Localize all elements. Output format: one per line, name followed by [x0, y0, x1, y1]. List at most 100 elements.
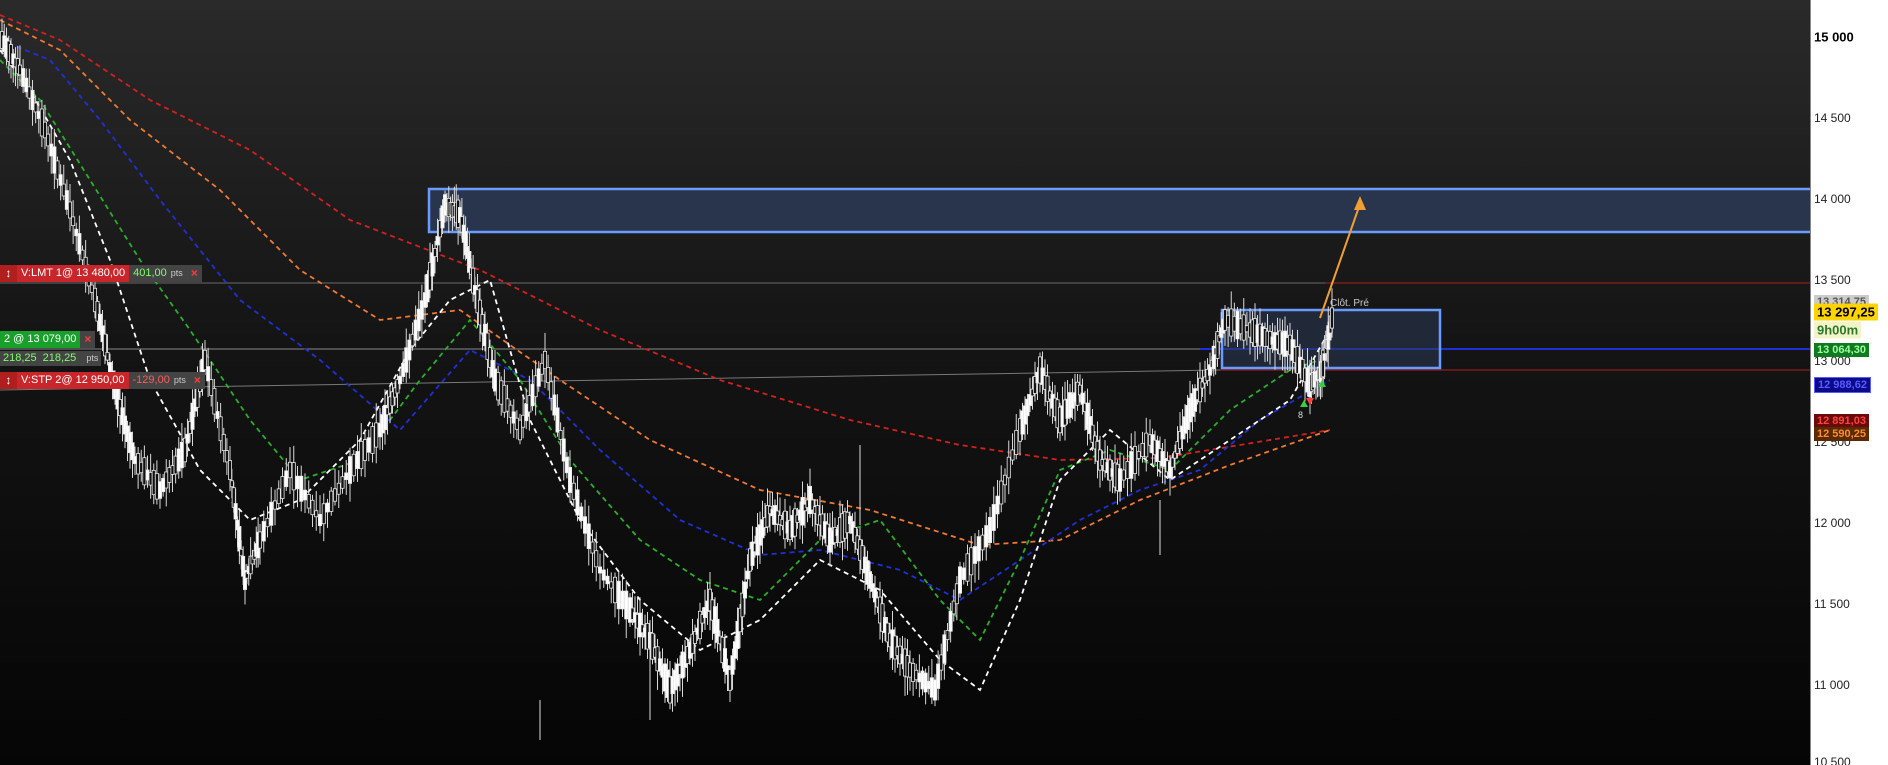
stop-order-tag[interactable]: ↕ V:STP 2@ 12 950,00 -129,00 pts ×	[0, 372, 205, 389]
axis-tick-label: 11 500	[1814, 597, 1850, 611]
candle-body	[215, 411, 220, 419]
candle-body	[221, 434, 226, 451]
candle-body	[958, 566, 963, 594]
candle-body	[351, 453, 356, 477]
candle-body	[43, 121, 48, 139]
candle-body	[170, 465, 175, 475]
prior-close-label: Clôt. Pré	[1330, 298, 1369, 309]
candle-body	[224, 450, 229, 463]
candle-body	[1170, 457, 1175, 468]
candle-body	[401, 362, 406, 378]
candle-body	[302, 489, 307, 501]
price-chart[interactable]	[0, 0, 1810, 765]
candle-body	[71, 216, 76, 227]
candle-body	[954, 583, 959, 605]
candle-body	[164, 471, 169, 489]
pts-unit: pts	[86, 353, 99, 363]
limit-order-tag[interactable]: ↕ V:LMT 1@ 13 480,00 401,00 pts ×	[0, 265, 202, 282]
candle-body	[961, 567, 966, 580]
candle-body	[1232, 315, 1237, 332]
orange-ma-price-tag: 12 590,25	[1814, 427, 1869, 441]
candle-body	[24, 77, 29, 93]
candle-body	[374, 422, 379, 448]
candle-body	[161, 477, 166, 493]
candle-body	[505, 398, 510, 412]
candle-body	[524, 403, 529, 422]
candle-body	[1118, 468, 1123, 492]
close-position-button[interactable]: ×	[80, 331, 96, 348]
axis-tick-label: 15 000	[1814, 29, 1854, 45]
candle-body	[74, 228, 79, 237]
candle-body	[923, 672, 928, 693]
candle-body	[549, 381, 554, 399]
candle-body	[598, 566, 603, 574]
candle-body	[362, 439, 367, 461]
candle-body	[157, 481, 162, 499]
candle-body	[145, 469, 150, 481]
candle-body	[499, 380, 504, 405]
candle-body	[527, 395, 532, 413]
red-ma-price-tag: 12 891,03	[1814, 414, 1869, 428]
candle-body	[561, 438, 566, 462]
candle-body	[605, 575, 610, 585]
candle-body	[616, 580, 621, 610]
candle-body	[407, 339, 412, 361]
candle-body	[929, 677, 934, 698]
candle-body	[340, 476, 345, 489]
candle-body	[167, 467, 172, 483]
candle-body	[355, 451, 360, 469]
candle-body	[329, 490, 334, 512]
drag-handle-icon[interactable]: ↕	[0, 265, 17, 282]
candle-body	[1140, 443, 1145, 457]
candle-body	[1235, 310, 1240, 340]
candle-body	[609, 581, 614, 589]
candle-body	[314, 510, 319, 518]
position-pnl-box: 218,25 218,25 pts	[0, 351, 102, 366]
candle-body	[969, 547, 974, 576]
green-ma-price-tag: 13 064,30	[1814, 343, 1869, 357]
candle-body	[624, 590, 629, 620]
candle-body	[370, 426, 375, 454]
stop-order-pnl-value: -129,00	[132, 374, 170, 386]
candle-body	[991, 504, 996, 531]
limit-order-label[interactable]: V:LMT 1@ 13 480,00	[17, 265, 130, 282]
candle-body	[1133, 446, 1138, 474]
candle-body	[68, 201, 73, 219]
candle-body	[336, 482, 341, 495]
candle-body	[36, 111, 41, 119]
candle-body	[306, 494, 311, 509]
close-limit-order-button[interactable]: ×	[186, 265, 202, 282]
candle-body	[965, 553, 970, 582]
candle-body	[552, 394, 557, 416]
candle-body	[33, 102, 38, 113]
candle-body	[590, 541, 595, 554]
stop-order-label[interactable]: V:STP 2@ 12 950,00	[17, 372, 129, 389]
candle-body	[89, 284, 94, 293]
supply-zone-box	[427, 187, 1810, 234]
candle-body	[229, 480, 234, 488]
axis-tick-label: 11 000	[1814, 678, 1850, 692]
candle-body	[332, 488, 337, 502]
position-label[interactable]: 2 @ 13 079,00	[0, 331, 81, 348]
candle-body	[419, 300, 424, 320]
candle-body	[936, 663, 941, 689]
candlestick-series	[0, 18, 1335, 712]
candle-body	[287, 461, 292, 479]
close-stop-order-button[interactable]: ×	[189, 372, 205, 389]
axis-tick-label: 14 000	[1814, 192, 1851, 206]
candle-body	[209, 379, 214, 396]
candle-body	[39, 108, 44, 137]
candle-body	[435, 235, 440, 246]
candle-body	[432, 248, 437, 257]
buy-signal-icon	[1300, 400, 1308, 407]
drag-handle-icon[interactable]: ↕	[0, 372, 17, 389]
candle-body	[366, 437, 371, 453]
candle-body	[295, 475, 300, 490]
candle-body	[347, 456, 352, 484]
position-tag[interactable]: 2 @ 13 079,00 ×	[0, 331, 96, 348]
candle-body	[973, 546, 978, 564]
chart-window[interactable]: 15 000 14 500 14 000 13 500 13 000 12 50…	[0, 0, 1888, 765]
candle-body	[1229, 308, 1234, 337]
candle-body	[579, 506, 584, 521]
sell-signal-icon	[1306, 398, 1314, 405]
